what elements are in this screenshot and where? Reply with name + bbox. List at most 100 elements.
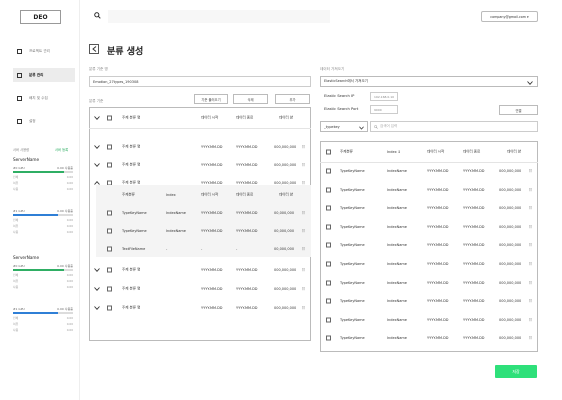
row-checkbox[interactable]	[326, 280, 331, 286]
drag-handle-icon[interactable]: ⠿	[529, 281, 532, 286]
row-checkbox[interactable]	[107, 246, 112, 252]
drag-handle-icon[interactable]: ⠿	[529, 318, 532, 323]
row-label: 주제 분류 명	[122, 267, 141, 272]
row-checkbox[interactable]	[107, 144, 112, 150]
drag-handle-icon[interactable]: ⠿	[302, 306, 305, 311]
drag-handle-icon[interactable]: ⠿	[529, 225, 532, 230]
data-type: TypeKeyName	[340, 169, 365, 174]
nav-item-project[interactable]: 프로젝트 관리	[13, 44, 75, 58]
row-checkbox[interactable]	[326, 224, 331, 230]
data-import-label: 데이터 가져오기	[320, 67, 345, 71]
chevron-down-icon[interactable]	[94, 163, 100, 168]
data-search-input[interactable]: 검색어 입력	[370, 121, 538, 132]
row-checkbox[interactable]	[326, 298, 331, 304]
load-criteria-button[interactable]: 기준 불러오기	[194, 94, 228, 104]
chevron-down-icon[interactable]	[94, 306, 100, 311]
row-checkbox[interactable]	[107, 210, 112, 216]
tree-row[interactable]: 주제 분류 명 YYYY.MM.DD YYYY.MM.DD 000,000,00…	[89, 280, 311, 299]
select-all-checkbox[interactable]	[326, 149, 331, 155]
row-checkbox[interactable]	[326, 317, 331, 323]
search-icon[interactable]	[94, 12, 101, 19]
es-ip-input[interactable]: 192.168.0.10	[370, 92, 398, 101]
drag-handle-icon[interactable]: ⠿	[302, 287, 305, 292]
classification-name-input[interactable]: Emotion_27types_190308	[89, 76, 311, 87]
col-header[interactable]: Index ↕	[387, 150, 401, 154]
drag-handle-icon[interactable]: ⠿	[529, 299, 532, 304]
data-row[interactable]: TypeKeyName IndexName YYYY.MM.DD YYYY.MM…	[320, 311, 538, 330]
data-row[interactable]: TypeKeyName IndexName YYYY.MM.DD YYYY.MM…	[320, 255, 538, 274]
drag-handle-icon[interactable]: ⠿	[302, 211, 305, 216]
row-checkbox[interactable]	[326, 187, 331, 193]
data-row[interactable]: TypeKeyName IndexName YYYY.MM.DD YYYY.MM…	[320, 199, 538, 218]
drag-handle-icon[interactable]: ⠿	[529, 243, 532, 248]
tree-row[interactable]: 주제 분류 명 YYYY.MM.DD YYYY.MM.DD 000,000,00…	[89, 156, 311, 175]
row-checkbox[interactable]	[107, 305, 112, 311]
row-checkbox[interactable]	[326, 242, 331, 248]
drag-handle-icon[interactable]: ⠿	[302, 145, 305, 150]
select-all-checkbox[interactable]	[107, 115, 112, 121]
es-port-input[interactable]: 9000	[370, 105, 398, 114]
data-row[interactable]: TypeKeyName IndexName YYYY.MM.DD YYYY.MM…	[320, 218, 538, 237]
metric-key: 사용	[13, 328, 19, 333]
drag-handle-icon[interactable]: ⠿	[302, 247, 305, 252]
tree-row[interactable]: 주제 분류 명 YYYY.MM.DD YYYY.MM.DD 000,000,00…	[89, 138, 311, 157]
save-button[interactable]: 저장	[495, 365, 537, 378]
back-button[interactable]	[89, 44, 99, 54]
data-end: YYYY.MM.DD	[463, 225, 485, 230]
drag-handle-icon[interactable]: ⠿	[529, 336, 532, 341]
tree-row[interactable]: 주제 분류 명 YYYY.MM.DD YYYY.MM.DD 000,000,00…	[89, 299, 311, 318]
row-checkbox[interactable]	[107, 162, 112, 168]
metric-val: 0.00	[66, 315, 73, 320]
data-index: IndexName	[387, 336, 407, 341]
es-ip-label: Elastic Search IP	[324, 94, 355, 98]
row-checkbox[interactable]	[326, 168, 331, 174]
data-type: TypeKeyName	[340, 225, 365, 230]
data-index: IndexName	[387, 318, 407, 323]
drag-handle-icon[interactable]: ⠿	[529, 262, 532, 267]
nav-item-batch[interactable]: 배치 및 수집	[13, 91, 75, 105]
sub-row[interactable]: TypeKeyName IndexName YYYY.MM.DD YYYY.MM…	[89, 204, 311, 223]
chevron-down-icon[interactable]	[94, 287, 100, 292]
drag-handle-icon[interactable]: ⠿	[302, 229, 305, 234]
criteria-label: 분류 기준	[89, 99, 104, 103]
data-amount: 000,000,000	[499, 318, 522, 323]
data-row[interactable]: TypeKeyName IndexName YYYY.MM.DD YYYY.MM…	[320, 236, 538, 255]
row-checkbox[interactable]	[107, 267, 112, 273]
row-checkbox[interactable]	[107, 286, 112, 292]
sub-row[interactable]: TextFileName - - - 00,000,000 ⠿	[89, 240, 311, 259]
nav-item-classification[interactable]: 분류 관리	[13, 68, 75, 82]
chevron-down-icon[interactable]	[94, 268, 100, 273]
col-header: 데이터 시작	[201, 192, 219, 197]
logo[interactable]: DEO	[20, 10, 61, 24]
data-row[interactable]: TypeKeyName IndexName YYYY.MM.DD YYYY.MM…	[320, 162, 538, 181]
delete-button[interactable]: 삭제	[233, 94, 268, 104]
row-checkbox[interactable]	[107, 228, 112, 234]
drag-handle-icon[interactable]: ⠿	[302, 268, 305, 273]
data-row[interactable]: TypeKeyName IndexName YYYY.MM.DD YYYY.MM…	[320, 292, 538, 311]
account-dropdown[interactable]: company@gmail.com ▾	[481, 11, 538, 22]
chevron-down-icon[interactable]	[94, 145, 100, 150]
row-checkbox[interactable]	[326, 335, 331, 341]
row-checkbox[interactable]	[326, 261, 331, 267]
chevron-down-icon[interactable]	[94, 116, 100, 121]
row-checkbox[interactable]	[326, 205, 331, 211]
data-row[interactable]: TypeKeyName IndexName YYYY.MM.DD YYYY.MM…	[320, 329, 538, 348]
data-row[interactable]: TypeKeyName IndexName YYYY.MM.DD YYYY.MM…	[320, 274, 538, 293]
tree-row[interactable]: 주제 분류 명 YYYY.MM.DD YYYY.MM.DD 000,000,00…	[89, 261, 311, 280]
drag-handle-icon[interactable]: ⠿	[529, 206, 532, 211]
source-select[interactable]: ElasticSearch에서 가져오기	[320, 76, 538, 87]
sub-row[interactable]: TypeKeyName IndexName YYYY.MM.DD YYYY.MM…	[89, 222, 311, 241]
search-input[interactable]	[108, 10, 330, 23]
type-select[interactable]: _typekey	[320, 121, 368, 132]
drag-handle-icon[interactable]: ⠿	[529, 188, 532, 193]
data-row[interactable]: TypeKeyName IndexName YYYY.MM.DD YYYY.MM…	[320, 181, 538, 200]
data-amount: 000,000,000	[499, 206, 522, 211]
server-register-link[interactable]: 서버 등록	[55, 147, 68, 152]
drag-handle-icon[interactable]: ⠿	[302, 163, 305, 168]
col-header: 주제분류	[122, 192, 135, 197]
connect-button[interactable]: 연결	[499, 105, 538, 115]
nav-item-settings[interactable]: 설정	[13, 114, 75, 128]
drag-handle-icon[interactable]: ⠿	[529, 169, 532, 174]
add-button[interactable]: 추가	[275, 94, 310, 104]
col-header: 데이터 양	[279, 192, 293, 197]
